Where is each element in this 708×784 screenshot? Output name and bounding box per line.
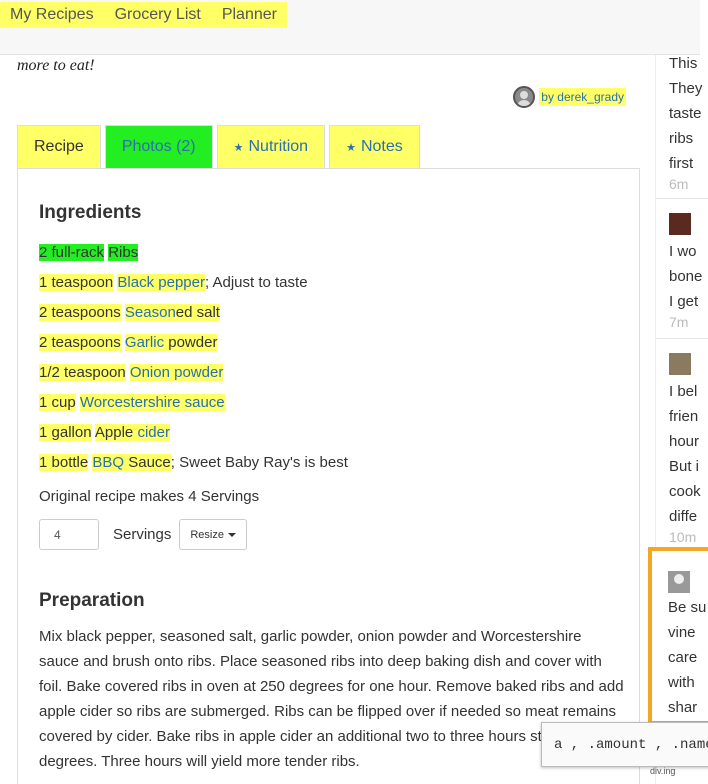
servings-label: Servings xyxy=(113,526,172,543)
tab-nutrition-label: Nutrition xyxy=(248,138,309,155)
star-icon: ★ xyxy=(233,141,244,154)
ingredient-link[interactable]: Worcestershire sauce xyxy=(79,394,225,411)
ingredient-link[interactable]: Onion powder xyxy=(129,364,224,381)
tab-notes[interactable]: ★ Notes xyxy=(329,125,420,168)
preparation-heading: Preparation xyxy=(39,590,145,611)
ingredient-item: 1 gallon Apple cider xyxy=(39,424,348,454)
caret-down-icon xyxy=(227,532,236,537)
ingredient-amount: 1/2 teaspoon xyxy=(39,364,126,381)
ingredient-name: Ribs xyxy=(108,244,139,261)
recipe-main: more to eat! by derek_grady Recipe Photo… xyxy=(0,55,650,784)
nav-planner[interactable]: Planner xyxy=(222,6,277,24)
ingredient-amount: 2 teaspoons xyxy=(39,304,121,321)
ingredient-name-rest: powder xyxy=(164,334,218,351)
comment-item: I bel frien hour But i cook diffe 10m xyxy=(669,353,701,545)
ingredient-name-rest: ed salt xyxy=(175,304,220,321)
tooltip-footer: div.ing xyxy=(650,766,676,776)
comment-line: But i xyxy=(669,458,700,475)
comment-item: This They taste ribs first 6m xyxy=(669,55,702,192)
comment-time: 7m xyxy=(669,314,689,330)
star-icon: ★ xyxy=(346,141,356,154)
comment-line: vine xyxy=(668,624,696,641)
top-bar: My Recipes Grocery List Planner xyxy=(0,0,700,55)
resize-row: Servings Resize xyxy=(39,519,247,550)
ingredient-item: 1 bottle BBQ Sauce; Sweet Baby Ray's is … xyxy=(39,454,348,484)
ingredient-link[interactable]: cider xyxy=(137,424,170,441)
comment-line: I get xyxy=(669,293,699,310)
ingredient-note: ; Adjust to taste xyxy=(204,274,308,291)
recipe-tabs: Recipe Photos (2) ★ Nutrition ★ Notes xyxy=(17,125,420,168)
ingredient-item: 2 teaspoons Seasoned salt xyxy=(39,304,348,334)
ingredient-amount: 1 teaspoon xyxy=(39,274,114,291)
tab-recipe-label: Recipe xyxy=(34,138,84,155)
comment-line: shar xyxy=(668,699,698,716)
comment-time: 10m xyxy=(669,529,697,545)
ingredient-note: ; Sweet Baby Ray's is best xyxy=(170,454,348,471)
ingredient-amount: 1 bottle xyxy=(39,454,89,471)
ingredients-heading: Ingredients xyxy=(39,202,142,223)
ingredient-amount: 2 full-rack xyxy=(39,244,105,261)
comment-line: diffe xyxy=(669,508,698,525)
comment-line: Be su xyxy=(668,599,707,616)
ingredient-item: 1 cup Worcestershire sauce xyxy=(39,394,348,424)
tab-nutrition[interactable]: ★ Nutrition xyxy=(216,125,326,168)
servings-note: Original recipe makes 4 Servings xyxy=(39,488,260,505)
comment-line: bone xyxy=(669,268,703,285)
author-link[interactable]: by derek_grady xyxy=(539,88,626,106)
comment-line: first xyxy=(669,155,694,172)
preparation-text: Mix black pepper, seasoned salt, garlic … xyxy=(39,628,624,770)
ingredient-link[interactable]: Garlic xyxy=(125,334,164,351)
selector-tooltip-text: a , .amount , .name xyxy=(554,736,708,753)
tab-notes-label: Notes xyxy=(360,138,403,155)
user-avatar-icon[interactable] xyxy=(668,571,690,593)
comment-item: Be su vine care with shar xyxy=(668,571,706,720)
resize-button-label: Resize xyxy=(190,528,224,541)
author-block: by derek_grady xyxy=(513,86,626,108)
commenter-avatar[interactable] xyxy=(669,353,691,375)
ingredient-amount: 1 gallon xyxy=(39,424,92,441)
comment-line: hour xyxy=(669,433,700,450)
ingredient-item: 1/2 teaspoon Onion powder xyxy=(39,364,348,394)
ingredient-item: 1 teaspoon Black pepper; Adjust to taste xyxy=(39,274,348,304)
tab-photos[interactable]: Photos (2) xyxy=(104,125,213,168)
ingredient-link[interactable]: BBQ xyxy=(92,454,124,471)
ingredient-item: 2 teaspoons Garlic powder xyxy=(39,334,348,364)
ingredient-link[interactable]: Black pepper xyxy=(117,274,205,291)
focused-comment: Be su vine care with shar xyxy=(648,547,708,725)
comment-line: with xyxy=(668,674,695,691)
comment-line: frien xyxy=(669,408,699,425)
recipe-tagline: more to eat! xyxy=(17,57,95,74)
ingredient-amount: 1 cup xyxy=(39,394,76,411)
comment-divider xyxy=(656,338,708,339)
commenter-avatar[interactable] xyxy=(669,213,691,235)
servings-input[interactable] xyxy=(39,519,99,550)
comment-line: taste xyxy=(669,105,702,122)
comment-item: I wo bone I get 7m xyxy=(669,213,702,330)
selector-tooltip: a , .amount , .name xyxy=(541,722,708,767)
tab-photos-label: Photos (2) xyxy=(121,138,196,155)
comment-line: I wo xyxy=(669,243,697,260)
ingredient-name-rest: Sauce xyxy=(124,454,171,471)
resize-button[interactable]: Resize xyxy=(179,519,247,550)
comment-time: 6m xyxy=(669,176,689,192)
comment-line: care xyxy=(668,649,698,666)
ingredient-link[interactable]: Season xyxy=(125,304,176,321)
nav-my-recipes[interactable]: My Recipes xyxy=(10,6,94,24)
ingredient-amount: 2 teaspoons xyxy=(39,334,121,351)
ingredient-item: 2 full-rack Ribs xyxy=(39,244,348,274)
nav-grocery-list[interactable]: Grocery List xyxy=(115,6,201,24)
ingredient-name-pre: Apple xyxy=(94,424,138,441)
author-avatar-icon[interactable] xyxy=(513,86,536,108)
comment-line: cook xyxy=(669,483,701,500)
comment-line: ribs xyxy=(669,130,694,147)
tab-recipe[interactable]: Recipe xyxy=(17,125,101,168)
comment-line: This xyxy=(669,55,698,72)
comment-line: I bel xyxy=(669,383,698,400)
ingredients-list: 2 full-rack Ribs 1 teaspoon Black pepper… xyxy=(39,244,348,484)
recipe-panel: Ingredients 2 full-rack Ribs 1 teaspoon … xyxy=(17,168,640,784)
main-nav: My Recipes Grocery List Planner xyxy=(0,2,287,28)
comment-line: They xyxy=(669,80,703,97)
comment-divider xyxy=(656,198,708,199)
